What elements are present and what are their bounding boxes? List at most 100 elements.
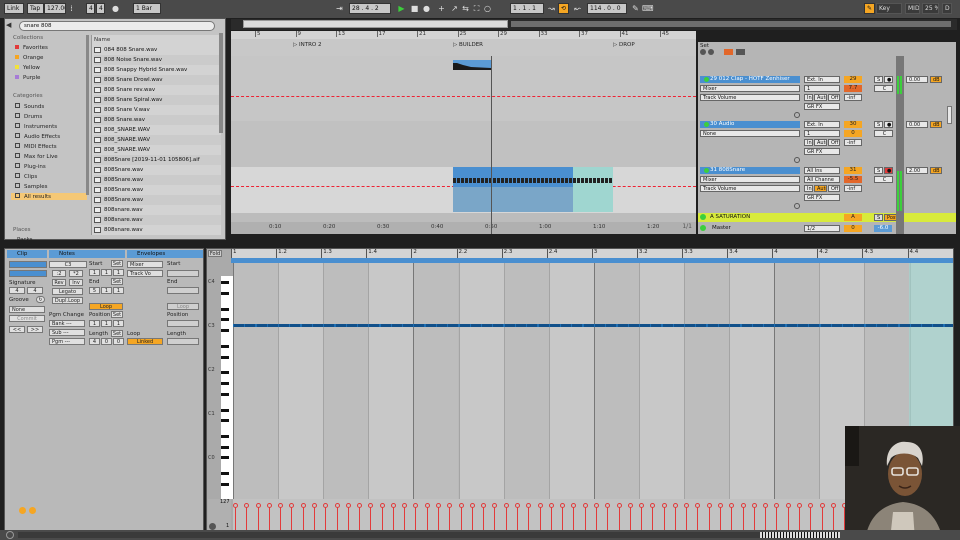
status-toggle-icon[interactable] xyxy=(6,531,14,539)
velocity-handle[interactable] xyxy=(571,503,577,508)
midi-note[interactable] xyxy=(448,324,459,327)
velocity-stem[interactable] xyxy=(562,505,564,531)
endv-field[interactable]: 1 xyxy=(101,287,112,294)
control-chooser[interactable]: Track Volume xyxy=(700,185,800,192)
file-list-item[interactable]: 808Snare.wav xyxy=(94,165,143,175)
output-select[interactable]: GR FX xyxy=(804,103,840,110)
midi-note[interactable] xyxy=(933,324,944,327)
snare-clip-builder[interactable] xyxy=(453,167,573,212)
endv-field[interactable]: 5 xyxy=(89,287,100,294)
midi-note[interactable] xyxy=(786,324,797,327)
velocity-toggle-icon[interactable] xyxy=(209,523,216,530)
piano-black-key[interactable] xyxy=(221,344,229,348)
record-icon[interactable]: ● xyxy=(421,3,432,14)
midi-note[interactable] xyxy=(775,324,786,327)
reverse-button[interactable]: Rev xyxy=(52,279,66,286)
clap-clip[interactable] xyxy=(453,60,491,70)
midi-note[interactable] xyxy=(324,324,335,327)
velocity-stem[interactable] xyxy=(347,505,349,531)
lenv-field[interactable]: 4 xyxy=(89,338,100,345)
velocity-stem[interactable] xyxy=(787,505,789,531)
piano-black-key[interactable] xyxy=(221,408,229,412)
midi-note[interactable] xyxy=(594,324,605,327)
midi-note[interactable] xyxy=(459,324,470,327)
midi-note[interactable] xyxy=(256,324,267,327)
velocity-stem[interactable] xyxy=(336,505,338,531)
track-activator-icon[interactable] xyxy=(700,225,706,231)
posv-field[interactable]: 1 xyxy=(113,320,124,327)
velocity-stem[interactable] xyxy=(573,505,575,531)
linked-button[interactable]: Linked xyxy=(127,338,163,345)
collection-yellow[interactable]: Yellow xyxy=(15,65,40,71)
monitor-off-button[interactable]: Off xyxy=(828,185,840,192)
velocity-handle[interactable] xyxy=(797,503,802,508)
midi-note[interactable] xyxy=(493,324,504,327)
env-start-field[interactable] xyxy=(167,270,199,277)
velocity-handle[interactable] xyxy=(255,503,261,508)
file-list-item[interactable]: 808 Snare rev.wav xyxy=(94,85,155,95)
automation-arm-icon[interactable]: ↗ xyxy=(449,3,460,14)
track-title[interactable]: 31 808Snare xyxy=(700,167,800,174)
startv-field[interactable]: 1 xyxy=(101,269,112,276)
master-pan[interactable]: -6.0 xyxy=(874,225,892,232)
piano-black-key[interactable] xyxy=(221,482,229,486)
arm-icon[interactable]: ● xyxy=(884,121,893,128)
velocity-stem[interactable] xyxy=(370,505,372,531)
stop-icon[interactable]: ■ xyxy=(409,3,420,14)
midi-note[interactable] xyxy=(764,324,775,327)
clip-launch-icon[interactable] xyxy=(19,507,26,514)
program-field[interactable]: Pgm --- xyxy=(49,338,85,345)
velocity-stem[interactable] xyxy=(291,505,293,531)
velocity-handle[interactable] xyxy=(785,503,791,508)
velocity-stem[interactable] xyxy=(776,505,778,531)
beat-ruler[interactable]: 1 1.2 1.3 1.4 2 2.2 2.3 2.4 3 3.2 3.3 3.4 4 4.2 4.3 4.4 xyxy=(231,249,953,258)
link-button[interactable]: Link xyxy=(4,3,24,14)
monitor-off-button[interactable]: Off xyxy=(828,94,840,101)
punch-out-icon[interactable]: ↜ xyxy=(572,3,583,14)
midi-note[interactable] xyxy=(606,324,617,327)
velocity-handle[interactable] xyxy=(650,503,656,508)
velocity-handle[interactable] xyxy=(661,503,667,508)
velocity-handle[interactable] xyxy=(740,503,746,508)
startv-field[interactable]: 1 xyxy=(89,269,100,276)
velocity-handle[interactable] xyxy=(323,503,329,508)
midi-note[interactable] xyxy=(820,324,831,327)
velocity-handle[interactable] xyxy=(639,503,645,508)
velocity-handle[interactable] xyxy=(503,503,509,508)
envelopes-tab[interactable]: Envelopes xyxy=(127,250,203,258)
velocity-handle[interactable] xyxy=(266,503,272,508)
key-map-button[interactable]: Key xyxy=(876,3,902,14)
velocity-stem[interactable] xyxy=(517,505,518,531)
piano-black-key[interactable] xyxy=(221,291,229,295)
file-list-item[interactable]: 808snare.wav xyxy=(94,225,143,235)
velocity-stem[interactable] xyxy=(483,505,485,531)
midi-note[interactable] xyxy=(876,324,887,327)
track-activator-icon[interactable] xyxy=(704,77,709,82)
solo-button[interactable]: S xyxy=(874,121,883,128)
piano-black-key[interactable] xyxy=(221,392,229,396)
velocity-stem[interactable] xyxy=(257,505,259,531)
track-activator-icon[interactable] xyxy=(704,168,709,173)
midi-note[interactable] xyxy=(403,324,414,327)
overdub-icon[interactable]: + xyxy=(436,3,447,14)
clip-sig-numerator[interactable]: 4 xyxy=(9,287,25,294)
startv-field[interactable]: 1 xyxy=(113,269,124,276)
file-list-scrollbar[interactable] xyxy=(219,33,223,133)
midi-note[interactable] xyxy=(414,324,425,327)
duplicate-loop-button[interactable]: Dupl.Loop xyxy=(52,297,83,304)
velocity-stem[interactable] xyxy=(799,505,800,531)
clip-stop-icon[interactable] xyxy=(794,157,800,163)
velocity-stem[interactable] xyxy=(392,505,394,531)
velocity-handle[interactable] xyxy=(424,503,430,508)
velocity-handle[interactable] xyxy=(627,503,633,508)
midi-note[interactable] xyxy=(628,324,639,327)
nudge-forward-button[interactable]: >> xyxy=(27,326,43,333)
file-list-item[interactable]: 808 Snare V.wav xyxy=(94,105,150,115)
locator-strip[interactable]: ▷ INTRO 2 ▷ BUILDER ▷ DROP xyxy=(231,39,696,56)
midi-note[interactable] xyxy=(245,324,256,327)
piano-black-key[interactable] xyxy=(221,329,229,332)
arm-icon[interactable]: ● xyxy=(884,167,893,174)
file-list-item[interactable]: 808_SNARE.WAV xyxy=(94,125,150,135)
midi-note[interactable] xyxy=(617,324,628,327)
env-length-field[interactable] xyxy=(167,338,199,345)
